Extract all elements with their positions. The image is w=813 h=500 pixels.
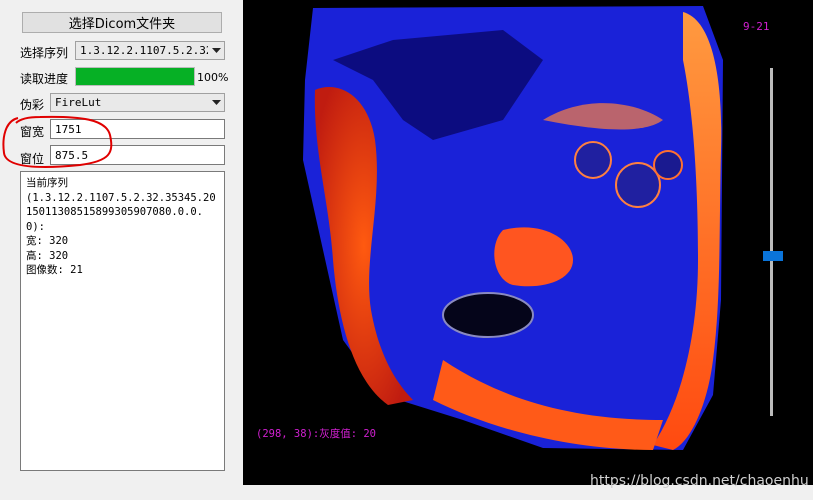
series-select-value: 1.3.12.2.1107.5.2.32. [80, 44, 208, 57]
series-label: 选择序列 [20, 46, 69, 60]
pseudo-color-select[interactable]: FireLut [50, 93, 225, 112]
series-info-text: 当前序列 (1.3.12.2.1107.5.2.32.35345.2015011… [20, 171, 225, 471]
series-select[interactable]: 1.3.12.2.1107.5.2.32. [75, 41, 225, 60]
slice-slider-thumb[interactable] [763, 250, 783, 261]
progress-label: 读取进度 [20, 72, 69, 86]
progress-fill [76, 68, 194, 85]
pseudo-color-label: 伪彩 [20, 98, 45, 112]
pixel-value-status: (298, 38):灰度值: 20 [256, 428, 377, 440]
select-dicom-folder-button[interactable]: 选择Dicom文件夹 [22, 12, 222, 33]
chevron-down-icon [208, 99, 224, 106]
dicom-image-viewer[interactable] [243, 0, 813, 485]
slice-indicator: 9-21 [743, 20, 770, 33]
pseudo-color-value: FireLut [55, 96, 102, 109]
mri-image [303, 6, 723, 450]
read-progress-bar [75, 67, 195, 86]
slice-slider-track[interactable] [770, 68, 773, 416]
chevron-down-icon [208, 47, 224, 54]
watermark-text: https://blog.csdn.net/chaoenhu [590, 473, 809, 489]
progress-percent: 100% [197, 71, 229, 84]
highlight-circle-annotation [2, 115, 113, 169]
